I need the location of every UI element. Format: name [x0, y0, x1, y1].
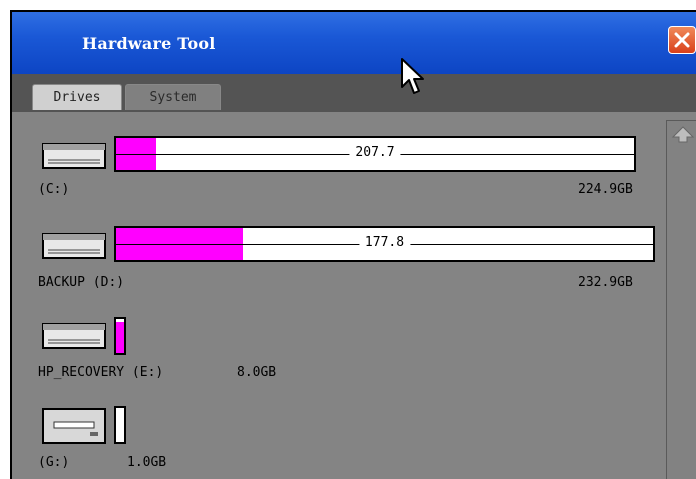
usage-fill [116, 322, 124, 353]
close-icon [674, 32, 690, 48]
drive-total: 8.0GB [237, 365, 277, 380]
tab-system[interactable]: System [125, 84, 221, 110]
hardware-tool-window: Hardware Tool Drives System 207.7 (C:) 2… [10, 10, 696, 479]
scroll-up-arrow-icon[interactable] [670, 124, 696, 144]
title-bar[interactable]: Hardware Tool [12, 12, 696, 74]
removable-drive-icon [42, 408, 106, 444]
drive-total: 224.9GB [578, 182, 633, 197]
drive-usage-bar: 177.8 [114, 226, 655, 262]
tab-drives[interactable]: Drives [32, 84, 122, 110]
window-title: Hardware Tool [82, 34, 216, 53]
tab-strip: Drives System [12, 74, 696, 112]
hard-drive-icon [42, 233, 106, 259]
hard-drive-icon [42, 323, 106, 349]
drive-name: BACKUP (D:) [38, 275, 125, 290]
vertical-scrollbar[interactable] [666, 120, 696, 479]
drive-total: 1.0GB [127, 455, 167, 470]
hard-drive-icon [42, 143, 106, 169]
drives-panel: 207.7 (C:) 224.9GB 177.8 BACKUP (D:) 232… [12, 112, 696, 479]
drive-total: 232.9GB [578, 275, 633, 290]
drive-name: (C:) [38, 182, 70, 197]
drive-name: HP_RECOVERY (E:) [38, 365, 164, 380]
drive-usage-bar [114, 317, 126, 355]
used-space: 207.7 [349, 145, 401, 160]
drive-usage-bar [114, 406, 126, 444]
drive-usage-bar: 207.7 [114, 136, 636, 172]
mouse-cursor-icon [401, 58, 424, 94]
drive-name: (G:) [38, 455, 70, 470]
close-button[interactable] [668, 26, 696, 54]
used-space: 177.8 [358, 235, 411, 250]
